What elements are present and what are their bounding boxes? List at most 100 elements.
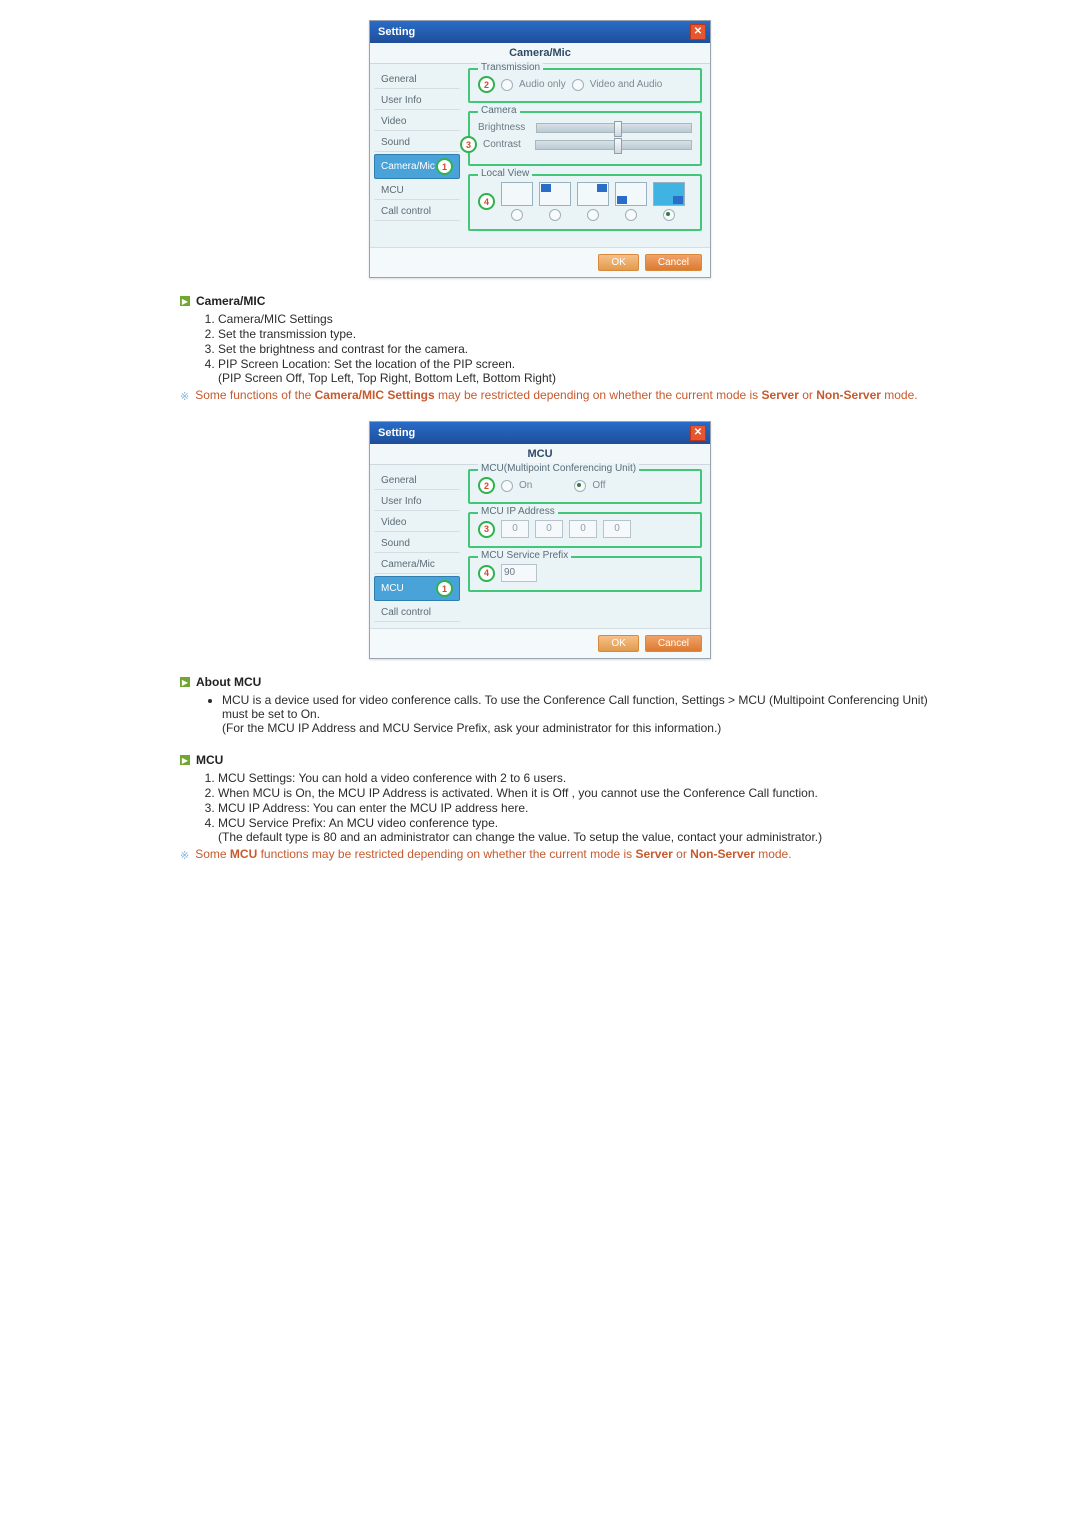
dialog-title: Setting [378,427,415,439]
pip-radio-topright[interactable] [587,209,599,221]
option-on: On [519,480,532,491]
sidebar-item-sound[interactable]: Sound [374,133,460,152]
localview-group: Local View 4 [468,174,702,231]
brightness-slider[interactable] [536,123,692,133]
note-text: Some functions of the Camera/MIC Setting… [195,388,917,403]
sidebar-item-sound[interactable]: Sound [374,534,460,553]
list-item: MCU Settings: You can hold a video confe… [218,771,940,785]
ok-button[interactable]: OK [598,635,638,652]
cancel-button[interactable]: Cancel [645,254,702,271]
pip-radio-bottomleft[interactable] [625,209,637,221]
play-bullet-icon: ▶ [180,296,190,306]
ip-octet-1[interactable]: 0 [501,520,529,538]
settings-sidebar: General User Info Video Sound Camera/Mic… [370,64,464,247]
callout-3-icon: 3 [478,521,495,538]
settings-panel: MCU(Multipoint Conferencing Unit) 2 On O… [464,465,710,628]
ok-button[interactable]: OK [598,254,638,271]
mcu-list: MCU Settings: You can hold a video confe… [218,771,940,844]
cancel-button[interactable]: Cancel [645,635,702,652]
sidebar-item-mcu[interactable]: MCU [374,181,460,200]
group-label: Transmission [478,62,543,73]
option-video-audio: Video and Audio [590,79,663,90]
close-icon[interactable]: ✕ [690,425,706,441]
callout-1-icon: 1 [436,158,453,175]
pip-option-topright[interactable] [577,182,609,206]
list-item: MCU Service Prefix: An MCU video confere… [218,816,940,844]
heading-about-mcu: About MCU [196,675,261,689]
list-item: Set the brightness and contrast for the … [218,342,940,356]
mcu-prefix-input[interactable]: 90 [501,564,537,582]
ip-octet-2[interactable]: 0 [535,520,563,538]
transmission-group: Transmission 2 Audio only Video and Audi… [468,68,702,103]
doc-section-mcu: ▶ MCU MCU Settings: You can hold a video… [200,753,940,862]
sidebar-item-general[interactable]: General [374,70,460,89]
ip-octet-3[interactable]: 0 [569,520,597,538]
heading-cameramic: Camera/MIC [196,294,265,308]
mcu-onoff-group: MCU(Multipoint Conferencing Unit) 2 On O… [468,469,702,504]
section-title: Camera/Mic [370,43,710,64]
play-bullet-icon: ▶ [180,755,190,765]
option-audio-only: Audio only [519,79,566,90]
list-item: Set the transmission type. [218,327,940,341]
callout-1-icon: 1 [436,580,453,597]
group-label: Camera [478,105,520,116]
sidebar-item-video[interactable]: Video [374,112,460,131]
pip-option-off[interactable] [501,182,533,206]
settings-dialog-mcu: Setting ✕ MCU General User Info Video So… [369,421,711,659]
sidebar-item-userinfo[interactable]: User Info [374,492,460,511]
settings-dialog-camera-mic: Setting ✕ Camera/Mic General User Info V… [369,20,711,278]
ip-octet-4[interactable]: 0 [603,520,631,538]
group-label: MCU Service Prefix [478,550,571,561]
callout-4-icon: 4 [478,193,495,210]
settings-sidebar: General User Info Video Sound Camera/Mic… [370,465,464,628]
doc-section-about-mcu: ▶ About MCU MCU is a device used for vid… [200,675,940,735]
sidebar-item-cameramic[interactable]: Camera/Mic 1 [374,154,460,179]
list-item: PIP Screen Location: Set the location of… [218,357,940,385]
sidebar-item-video[interactable]: Video [374,513,460,532]
settings-panel: Transmission 2 Audio only Video and Audi… [464,64,710,247]
play-bullet-icon: ▶ [180,677,190,687]
list-item: MCU IP Address: You can enter the MCU IP… [218,801,940,815]
callout-2-icon: 2 [478,477,495,494]
sidebar-item-userinfo[interactable]: User Info [374,91,460,110]
mcu-ip-group: MCU IP Address 3 0 0 0 0 [468,512,702,548]
about-mcu-list: MCU is a device used for video conferenc… [212,693,940,735]
note-text: Some MCU functions may be restricted dep… [195,847,791,862]
titlebar: Setting ✕ [370,422,710,444]
brightness-label: Brightness [478,122,530,133]
contrast-slider[interactable] [535,140,692,150]
pip-subline: (PIP Screen Off, Top Left, Top Right, Bo… [218,371,556,385]
pip-radio-bottomright[interactable] [663,209,675,221]
pip-radio-topleft[interactable] [549,209,561,221]
mcu-prefix-group: MCU Service Prefix 4 90 [468,556,702,592]
sidebar-item-general[interactable]: General [374,471,460,490]
sidebar-item-callcontrol[interactable]: Call control [374,603,460,622]
dialog-button-row: OK Cancel [370,247,710,277]
radio-audio-only[interactable] [501,79,513,91]
radio-video-audio[interactable] [572,79,584,91]
sidebar-item-callcontrol[interactable]: Call control [374,202,460,221]
pip-radio-off[interactable] [511,209,523,221]
callout-3-icon: 3 [460,136,477,153]
callout-4-icon: 4 [478,565,495,582]
sidebar-item-cameramic[interactable]: Camera/Mic [374,555,460,574]
list-item: Camera/MIC Settings [218,312,940,326]
pip-option-topleft[interactable] [539,182,571,206]
group-label: Local View [478,168,532,179]
group-label: MCU IP Address [478,506,558,517]
doc-section-cameramic: ▶ Camera/MIC Camera/MIC Settings Set the… [200,294,940,403]
list-item: MCU is a device used for video conferenc… [222,693,940,735]
radio-mcu-off[interactable] [574,480,586,492]
group-label: MCU(Multipoint Conferencing Unit) [478,463,639,474]
note-icon: ※ [180,849,189,862]
radio-mcu-on[interactable] [501,480,513,492]
callout-2-icon: 2 [478,76,495,93]
pip-option-bottomleft[interactable] [615,182,647,206]
pip-option-bottomright[interactable] [653,182,685,206]
close-icon[interactable]: ✕ [690,24,706,40]
mcu-subline: (The default type is 80 and an administr… [218,830,822,844]
dialog-button-row: OK Cancel [370,628,710,658]
sidebar-item-mcu[interactable]: MCU 1 [374,576,460,601]
titlebar: Setting ✕ [370,21,710,43]
camera-group: Camera Brightness 3 Contrast [468,111,702,166]
